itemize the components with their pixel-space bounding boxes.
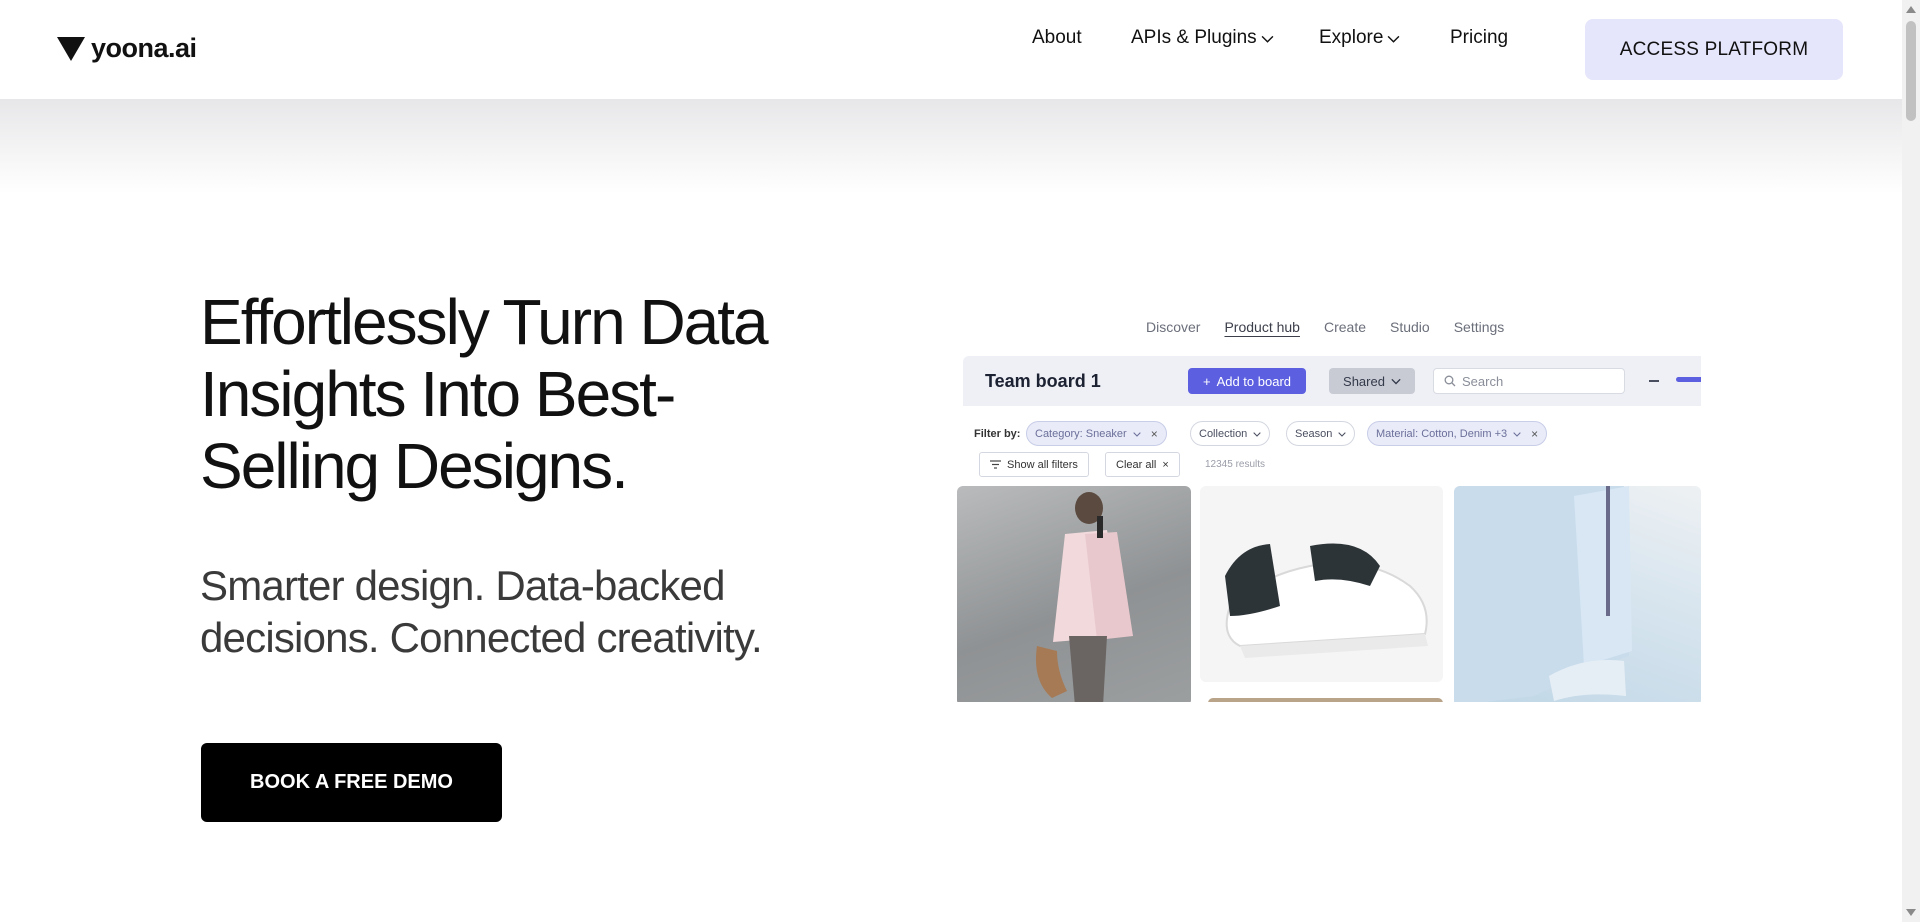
search-placeholder: Search	[1462, 373, 1504, 389]
product-image-partial	[1208, 698, 1443, 702]
header-shadow	[0, 99, 1902, 194]
mockup-toolbar: Team board 1 + Add to board Shared Searc…	[963, 356, 1701, 406]
board-title: Team board 1	[985, 371, 1101, 391]
hero-subline: Smarter design. Data-backed decisions. C…	[200, 562, 763, 661]
chevron-down-icon	[1391, 378, 1401, 385]
close-icon: ×	[1162, 458, 1169, 471]
sneaker-illustration	[1225, 543, 1428, 658]
filter-chip-season: Season	[1286, 421, 1356, 446]
chip-label: Material: Cotton, Denim +3	[1376, 427, 1508, 440]
scroll-down-arrow-icon[interactable]	[1906, 909, 1916, 916]
chevron-down-icon	[1388, 35, 1400, 43]
mockup-tab-discover: Discover	[1146, 319, 1201, 335]
filter-by-label: Filter by:	[974, 428, 1021, 440]
chevron-down-icon	[1338, 431, 1347, 437]
page-scrollbar[interactable]	[1902, 0, 1920, 922]
clear-all-button: Clear all ×	[1105, 452, 1180, 477]
nav-label: About	[1032, 27, 1082, 48]
filter-lines-icon	[990, 460, 1001, 469]
search-icon	[1444, 375, 1456, 387]
nav-label: Pricing	[1450, 27, 1509, 48]
nav-pricing-link[interactable]: Pricing	[1450, 27, 1508, 49]
product-mockup: Discover Product hub Create Studio Setti…	[957, 310, 1701, 702]
add-to-board-button: + Add to board	[1188, 368, 1306, 394]
filter-chip-category: Category: Sneaker ×	[1026, 421, 1167, 446]
plus-icon: +	[1202, 373, 1211, 389]
clear-all-label: Clear all	[1116, 458, 1157, 471]
show-all-filters-button: Show all filters	[979, 452, 1089, 477]
nav-apis-plugins-dropdown[interactable]: APIs & Plugins	[1131, 27, 1274, 49]
mockup-tab-studio: Studio	[1390, 319, 1430, 335]
model-figure-illustration	[1036, 492, 1133, 702]
chevron-down-icon	[1253, 431, 1262, 437]
jacket-sleeve-illustration	[1454, 486, 1632, 702]
product-image-pink-outfit	[957, 486, 1191, 702]
shared-dropdown: Shared	[1329, 368, 1415, 394]
nav-label: APIs & Plugins	[1131, 27, 1257, 48]
mockup-search-field: Search	[1433, 368, 1625, 394]
nav-label: Explore	[1319, 27, 1384, 48]
zoom-slider	[1676, 377, 1701, 382]
results-count: 12345 results	[1205, 459, 1266, 470]
mockup-tabs: Discover Product hub Create Studio Setti…	[1146, 319, 1504, 335]
access-platform-button[interactable]: ACCESS PLATFORM	[1585, 19, 1843, 80]
mockup-tab-product-hub: Product hub	[1224, 319, 1300, 335]
product-image-sneaker	[1200, 486, 1443, 682]
show-all-filters-label: Show all filters	[1007, 458, 1078, 471]
chevron-down-icon	[1513, 431, 1521, 437]
filter-chip-collection: Collection	[1190, 421, 1271, 446]
brand-name: yoona.ai	[91, 33, 197, 63]
scroll-thumb[interactable]	[1906, 21, 1916, 121]
close-icon: ×	[1150, 426, 1158, 441]
site-header: yoona.ai About APIs & Plugins Explore Pr…	[0, 0, 1902, 99]
scroll-up-arrow-icon[interactable]	[1906, 6, 1916, 13]
close-icon: ×	[1531, 426, 1539, 441]
filter-chip-material: Material: Cotton, Denim +3 ×	[1367, 421, 1548, 446]
brand-logo[interactable]: yoona.ai	[57, 33, 197, 64]
chevron-down-icon	[1133, 431, 1141, 437]
chip-label: Collection	[1199, 427, 1248, 440]
hero-headline: Effortlessly Turn Data Insights Into Bes…	[200, 286, 769, 502]
zoom-out-icon	[1649, 380, 1659, 382]
nav-explore-dropdown[interactable]: Explore	[1319, 27, 1400, 49]
product-image-blue-jacket	[1454, 486, 1701, 702]
chip-label: Season	[1295, 427, 1333, 440]
book-demo-button[interactable]: BOOK A FREE DEMO	[201, 743, 502, 822]
shared-label: Shared	[1343, 373, 1385, 389]
mockup-tab-settings: Settings	[1453, 319, 1505, 335]
mockup-tab-create: Create	[1323, 319, 1366, 335]
page: yoona.ai About APIs & Plugins Explore Pr…	[0, 0, 1920, 922]
chip-label: Category: Sneaker	[1035, 427, 1127, 440]
chevron-down-icon	[1261, 35, 1274, 43]
logo-triangle-icon	[57, 36, 85, 61]
nav-about-link[interactable]: About	[1032, 27, 1082, 49]
add-to-board-label: Add to board	[1216, 373, 1292, 389]
